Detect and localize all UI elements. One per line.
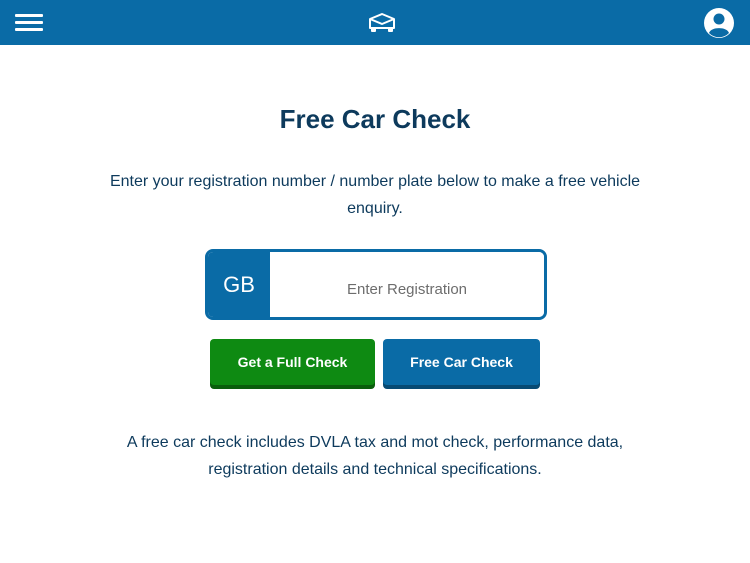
get-full-check-button[interactable]: Get a Full Check xyxy=(210,339,375,385)
registration-input[interactable] xyxy=(270,252,544,317)
car-envelope-logo-icon[interactable] xyxy=(368,11,396,35)
page-title: Free Car Check xyxy=(279,104,471,134)
country-code-badge: GB xyxy=(208,252,270,317)
menu-line xyxy=(15,14,43,17)
top-nav-bar xyxy=(0,0,750,45)
intro-text: Enter your registration number / number … xyxy=(109,173,641,217)
menu-line xyxy=(15,21,43,24)
menu-line xyxy=(15,28,43,31)
registration-plate-box: GB xyxy=(205,249,547,320)
user-account-icon[interactable] xyxy=(704,8,734,38)
hamburger-menu-icon[interactable] xyxy=(15,12,43,32)
free-car-check-button[interactable]: Free Car Check xyxy=(383,339,540,385)
description-text: A free car check includes DVLA tax and m… xyxy=(126,434,624,478)
